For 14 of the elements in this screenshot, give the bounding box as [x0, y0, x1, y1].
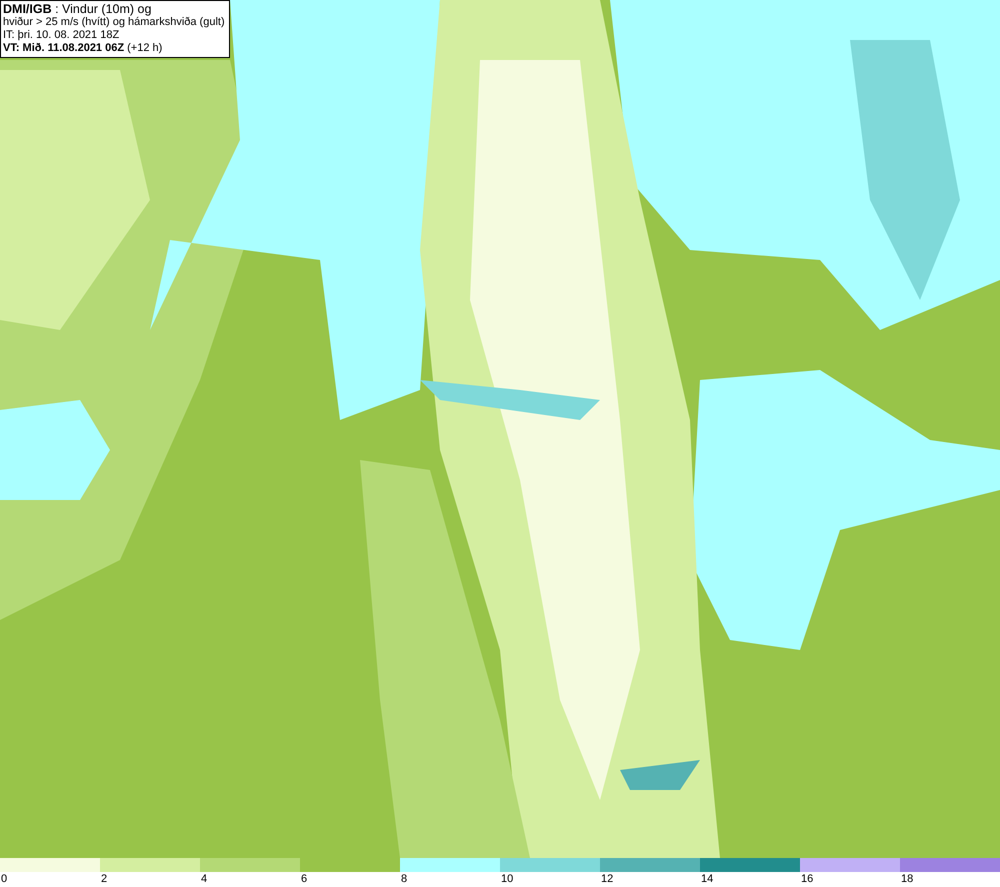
scale-label: 0 [0, 872, 8, 886]
caption-line: hviður > 25 m/s (hvítt) og hámarkshviða (gult) [3, 16, 225, 29]
caption-line: DMI/IGB : Vindur (10m) og [3, 2, 152, 16]
scale-label: 6 [300, 872, 308, 886]
scale-label: 8 [400, 872, 408, 886]
scale-label: 2 [100, 872, 108, 886]
scale-label: 14 [700, 872, 714, 886]
caption-line: VT: Mið. 11.08.2021 06Z (+12 h) [3, 42, 164, 55]
scale-label: 12 [600, 872, 614, 886]
scale-label: 10 [500, 872, 514, 886]
scale-label: 18 [900, 872, 914, 886]
scale-label: 4 [200, 872, 208, 886]
caption-line: IT: þri. 10. 08. 2021 18Z [3, 29, 120, 42]
scale-label: 16 [800, 872, 814, 886]
